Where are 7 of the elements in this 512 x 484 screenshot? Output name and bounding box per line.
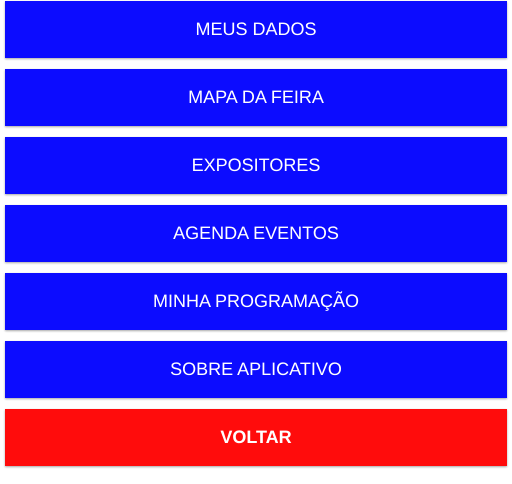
menu-button[interactable]: MINHA PROGRAMAÇÃO xyxy=(5,273,507,330)
menu-button[interactable]: EXPOSITORES xyxy=(5,137,507,194)
menu-button[interactable]: SOBRE APLICATIVO xyxy=(5,341,507,398)
menu-button[interactable]: MEUS DADOS xyxy=(5,1,507,58)
menu-button[interactable]: MAPA DA FEIRA xyxy=(5,69,507,126)
back-button[interactable]: VOLTAR xyxy=(5,409,507,466)
menu-button[interactable]: AGENDA EVENTOS xyxy=(5,205,507,262)
